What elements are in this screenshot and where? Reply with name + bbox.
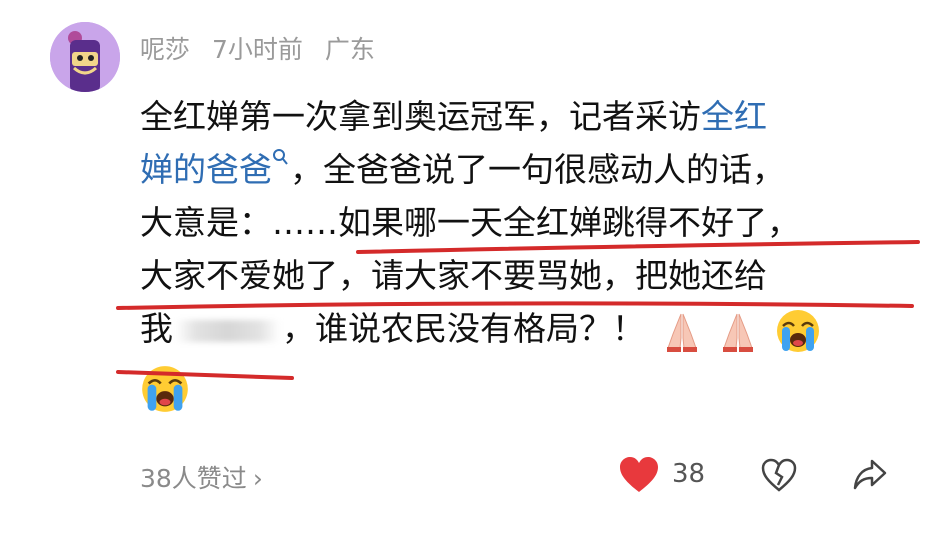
comment-line: 婵的爸爸 ，全爸爸说了一句很感动人的话， [140,143,785,196]
blurred-text [175,319,280,342]
loudly-crying-face-icon [142,365,188,412]
loudly-crying-face-icon [776,309,819,352]
comment-location: 广东 [324,35,375,64]
share-icon[interactable] [852,457,888,491]
comment-meta: 呢莎 7小时前 广东 [140,30,389,66]
comment-line: 大意是：……如果哪一天全红婵跳得不好了， [140,196,800,249]
likes-summary-text: 38人赞过 [140,464,247,493]
like-count: 38 [672,459,706,489]
search-icon[interactable] [272,147,290,169]
comment-time: 7小时前 [211,35,303,64]
comment-text: 全红婵第一次拿到奥运冠军，记者采访 [140,97,701,136]
comment-text: ，全爸爸说了一句很感动人的话， [290,150,785,189]
praying-hands-icon [666,313,697,352]
heart-icon[interactable] [618,455,660,495]
comment-line: 大家不爱她了，请大家不要骂她，把她还给 [140,249,767,302]
likes-summary[interactable]: 38人赞过 › [140,459,263,495]
comment-text: 我 [140,309,173,348]
comment-line: 我 ，谁说农民没有格局？！ [140,302,821,355]
comment-line [140,360,190,414]
comment-text: 大家不爱她了，请大家不要骂她，把她还给 [140,256,767,295]
search-link[interactable]: 全红 [701,97,767,136]
comment-line: 全红婵第一次拿到奥运冠军，记者采访全红 [140,90,767,143]
comment-text: ，谁说农民没有格局？！ [282,309,645,348]
comment-text: 大意是：……如果哪一天全红婵跳得不好了， [140,203,800,242]
comment-footer: 38人赞过 › 38 [140,455,910,495]
search-link[interactable]: 婵的爸爸 [140,150,272,189]
avatar[interactable] [50,22,120,92]
author-name[interactable]: 呢莎 [140,35,190,64]
broken-heart-icon[interactable] [760,457,798,493]
avatar-image [50,22,120,92]
praying-hands-icon [723,313,753,352]
chevron-right-icon: › [252,464,263,493]
